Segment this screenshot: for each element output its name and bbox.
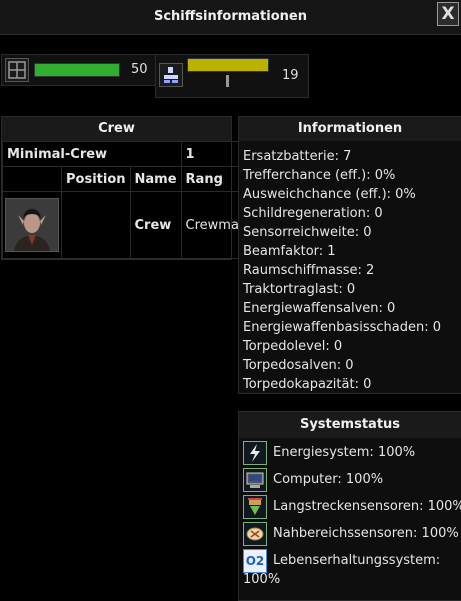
info-panel: Informationen Ersatzbatterie: 7 Trefferc… (238, 116, 461, 394)
short-range-sensor-icon (243, 522, 267, 546)
hull-bar-panel: 50 (1, 54, 156, 86)
system-status-panel: Systemstatus Energiesystem: 100% Compute… (238, 411, 461, 601)
energy-value: 19 (282, 68, 299, 83)
crew-member-row[interactable]: Crew Crewman (2, 191, 253, 259)
crew-header: Crew (2, 117, 231, 141)
oxygen-icon: O2 (243, 549, 267, 573)
system-row-energy: Energiesystem: 100% (239, 440, 461, 467)
info-item: Torpedosalven: 0 (243, 358, 354, 373)
energy-bar-panel: 19 (155, 54, 309, 98)
crew-col-image (2, 166, 62, 192)
close-button[interactable]: X (437, 2, 459, 26)
crew-member-name: Crew (129, 191, 182, 259)
system-row-short-range: Nahbereichssensoren: 100% (239, 521, 461, 548)
info-item: Beamfaktor: 1 (243, 244, 336, 259)
system-label-short-range: Nahbereichssensoren: 100% (273, 526, 459, 541)
crew-avatar[interactable] (5, 198, 59, 252)
crew-panel: Crew Minimal-Crew 1 Position Name Rang C… (1, 116, 253, 260)
info-item: Schildregeneration: 0 (243, 206, 383, 221)
info-item: Sensorreichweite: 0 (243, 225, 372, 240)
info-item: Trefferchance (eff.): 0% (243, 168, 396, 183)
crew-columns-row: Position Name Rang (2, 166, 253, 192)
window-title: Schiffsinformationen (153, 9, 307, 24)
hull-value: 50 (131, 62, 148, 77)
info-item: Traktortraglast: 0 (243, 282, 356, 297)
system-row-computer: Computer: 100% (239, 467, 461, 494)
info-list: Ersatzbatterie: 7 Trefferchance (eff.): … (239, 141, 461, 394)
crew-transfer-icon (159, 63, 183, 87)
system-label-energy: Energiesystem: 100% (273, 445, 416, 460)
oxygen-icon-label: O2 (245, 554, 265, 568)
crew-col-name: Name (129, 166, 182, 192)
info-item: Energiewaffenbasisschaden: 0 (243, 320, 441, 335)
computer-icon (243, 468, 267, 492)
system-row-life-support: O2 Lebenserhaltungssystem: 100% (239, 548, 461, 592)
crew-table: Minimal-Crew 1 Position Name Rang Crew C… (2, 141, 253, 259)
hull-grid-icon (5, 58, 29, 82)
info-item: Raumschiffmasse: 2 (243, 263, 375, 278)
info-item: Ausweichchance (eff.): 0% (243, 187, 416, 202)
lightning-icon (243, 441, 267, 465)
info-header: Informationen (239, 117, 461, 141)
system-value-life-support: 100% (243, 572, 281, 587)
info-item: Energiewaffensalven: 0 (243, 301, 396, 316)
long-range-sensor-icon (243, 495, 267, 519)
system-label-computer: Computer: 100% (273, 472, 384, 487)
hull-bar (34, 63, 120, 77)
minimal-crew-label: Minimal-Crew (2, 141, 182, 167)
title-bar: Schiffsinformationen X (0, 0, 461, 35)
minimal-crew-row: Minimal-Crew 1 (2, 141, 253, 167)
system-label-life-support: Lebenserhaltungssystem: (273, 553, 441, 568)
crew-col-position: Position (61, 166, 131, 192)
energy-bar-fill (188, 59, 268, 71)
hull-bar-fill (35, 64, 119, 76)
system-status-header: Systemstatus (239, 412, 461, 438)
energy-bar-marker (226, 75, 229, 87)
crew-avatar-cell (2, 191, 62, 259)
crew-position (61, 191, 131, 259)
info-item: Torpedolevel: 0 (243, 339, 343, 354)
info-item: Ersatzbatterie: 7 (243, 149, 352, 164)
info-item: Torpedokapazität: 0 (243, 377, 372, 392)
energy-bar (187, 58, 269, 72)
system-row-long-range: Langstreckensensoren: 100% (239, 494, 461, 521)
system-label-long-range: Langstreckensensoren: 100% (273, 499, 461, 514)
